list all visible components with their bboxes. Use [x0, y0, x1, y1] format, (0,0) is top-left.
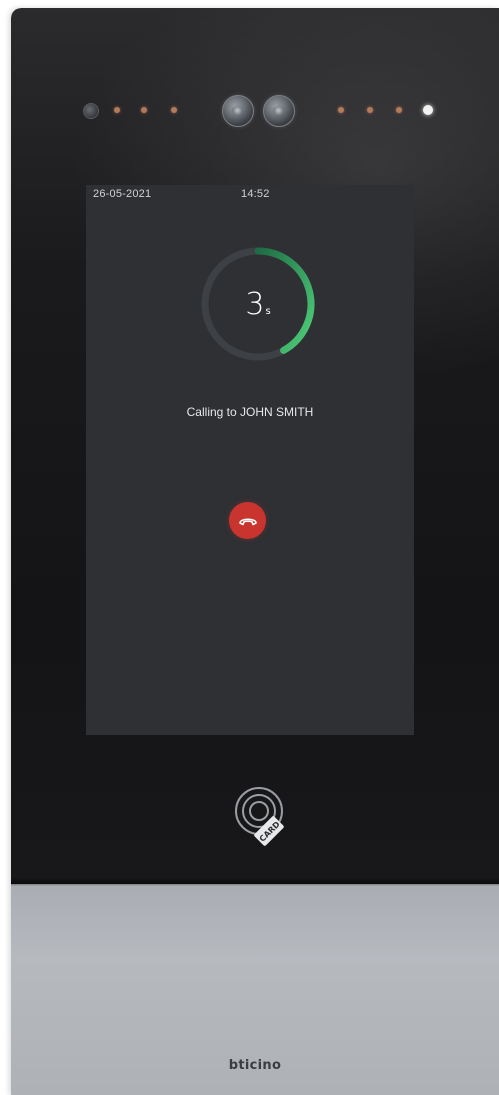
brand-logo: bticino	[228, 1058, 282, 1073]
status-led	[171, 107, 177, 113]
light-sensor-icon	[83, 103, 99, 119]
status-led	[367, 107, 373, 113]
status-led-white	[423, 105, 433, 115]
glass-front: 26-05-2021 14:52 3 s Calling to JOHN SMI…	[11, 8, 499, 884]
camera-lens-left-icon	[222, 95, 254, 127]
countdown-value: 3	[245, 286, 265, 322]
countdown-unit: s	[265, 305, 271, 317]
intercom-panel: 26-05-2021 14:52 3 s Calling to JOHN SMI…	[11, 8, 499, 1095]
call-status-text: Calling to JOHN SMITH	[186, 405, 314, 419]
status-led	[114, 107, 120, 113]
display-screen: 26-05-2021 14:52 3 s Calling to JOHN SMI…	[86, 185, 414, 735]
countdown-label: 3 s	[196, 242, 320, 366]
status-led	[396, 107, 402, 113]
date-label: 26-05-2021	[93, 188, 152, 200]
hangup-phone-icon	[238, 517, 257, 525]
status-led	[141, 107, 147, 113]
camera-lens-right-icon	[263, 95, 295, 127]
hangup-button[interactable]	[229, 502, 266, 539]
status-led	[338, 107, 344, 113]
card-reader-icon: CARD	[235, 787, 284, 846]
time-label: 14:52	[241, 188, 270, 200]
